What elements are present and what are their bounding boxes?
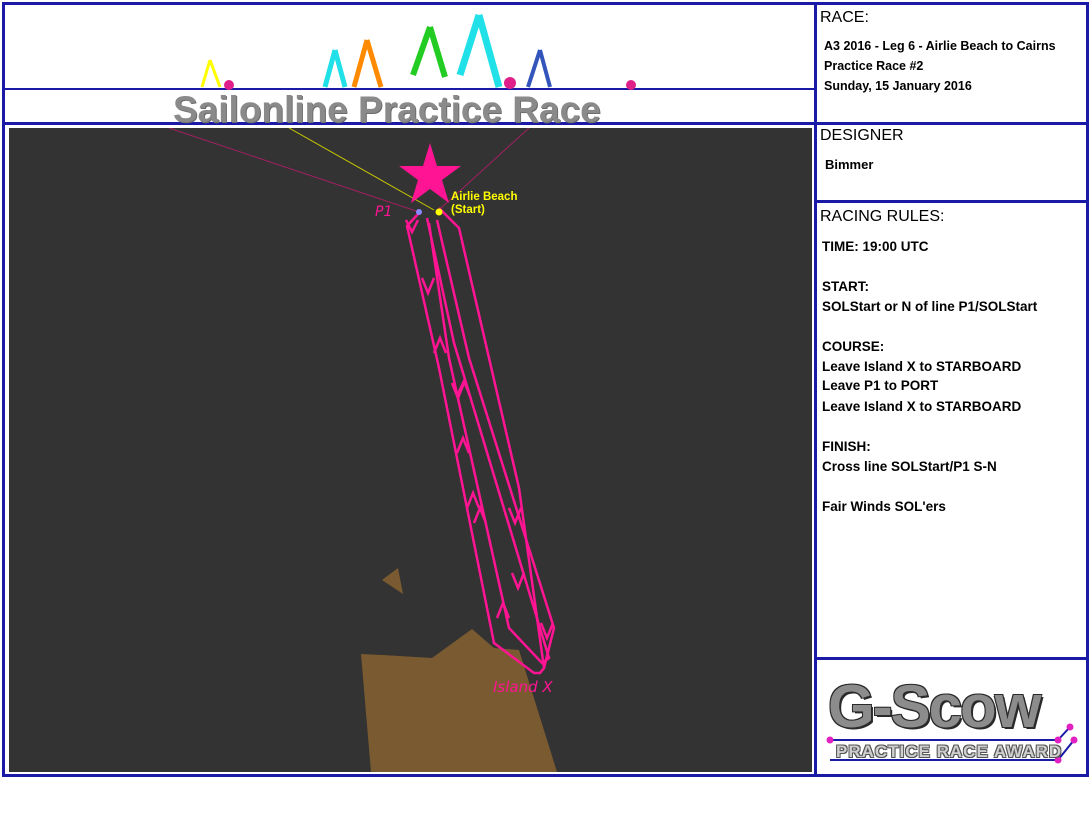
race-heading: RACE: — [820, 9, 869, 26]
p1-label: P1 — [375, 204, 392, 220]
buoy — [626, 80, 636, 90]
course-map: Airlie Beach (Start) P1 Island X — [9, 128, 812, 772]
rules-section: RACING RULES: TIME: 19:00 UTC START: SOL… — [818, 204, 1086, 656]
buoy — [826, 736, 834, 744]
rules-heading: RACING RULES: — [820, 208, 945, 225]
start-mark — [435, 208, 443, 216]
bearing-line — [168, 128, 420, 213]
divider — [817, 200, 1087, 203]
designer-section: DESIGNER Bimmer — [818, 125, 1086, 199]
race-line-1: A3 2016 - Leg 6 - Airlie Beach to Cairns — [824, 39, 1056, 53]
buoy — [1070, 736, 1078, 744]
banner-title: Sailonline Practice Race — [173, 89, 601, 130]
rules-time: TIME: 19:00 UTC — [822, 239, 929, 254]
sail-blue — [526, 49, 552, 88]
rules-start-heading: START: — [822, 279, 869, 294]
buoy — [504, 77, 516, 89]
designer-name: Bimmer — [825, 157, 874, 172]
sail-cyan — [322, 49, 348, 88]
buoy — [1066, 723, 1074, 731]
rules-course-line-3: Leave Island X to STARBOARD — [822, 399, 1022, 414]
route-track — [404, 207, 556, 675]
rules-start-text: SOLStart or N of line P1/SOLStart — [822, 299, 1038, 314]
race-line-2: Practice Race #2 — [824, 59, 924, 73]
sail-yellow — [200, 59, 222, 88]
rules-finish-heading: FINISH: — [822, 439, 871, 454]
race-line-3: Sunday, 15 January 2016 — [824, 79, 972, 93]
start-label-sub: (Start) — [451, 204, 485, 216]
sail-cyan-large — [456, 13, 503, 88]
rules-closing: Fair Winds SOL'ers — [822, 499, 946, 514]
race-section: RACE: A3 2016 - Leg 6 - Airlie Beach to … — [818, 5, 1086, 121]
start-label: Airlie Beach — [451, 191, 517, 203]
sail-green — [410, 25, 448, 78]
map-canvas: Airlie Beach (Start) P1 Island X — [168, 128, 557, 772]
rules-course-heading: COURSE: — [822, 339, 885, 354]
designer-heading: DESIGNER — [820, 127, 904, 144]
rules-finish-text: Cross line SOLStart/P1 S-N — [822, 459, 997, 474]
award-sub-text: PRACTICE RACE AWARD — [836, 742, 1063, 761]
sail-orange — [351, 39, 384, 88]
island-x-label: Island X — [493, 678, 553, 696]
award-logo: G-Scow PRACTICE RACE AWARD — [818, 660, 1086, 774]
island-x-landmass — [361, 629, 557, 772]
rules-course-line-1: Leave Island X to STARBOARD — [822, 359, 1022, 374]
banner: Sailonline Practice Race — [5, 5, 815, 130]
rules-course-line-2: Leave P1 to PORT — [822, 378, 939, 393]
small-island — [382, 568, 403, 594]
p1-mark — [416, 209, 422, 215]
